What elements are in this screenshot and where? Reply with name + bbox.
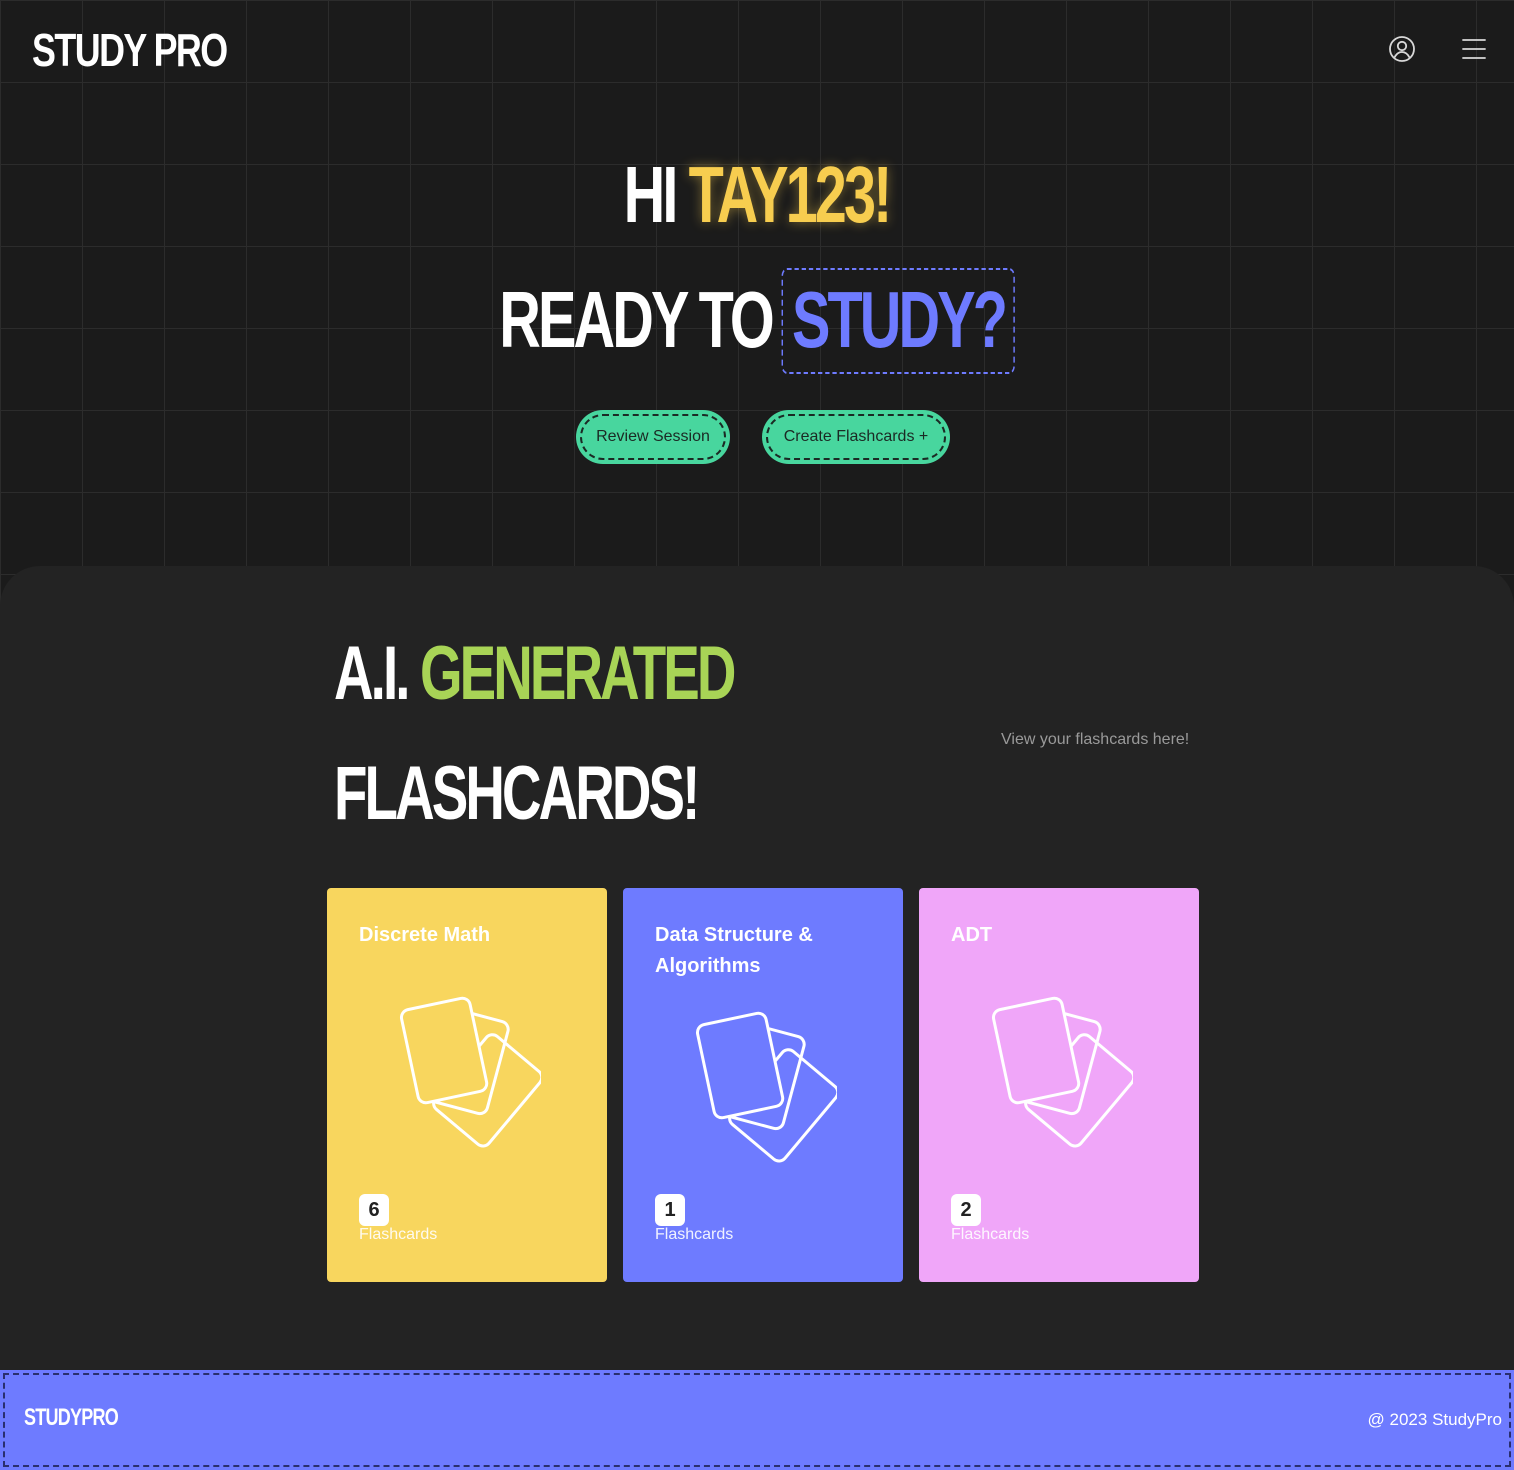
username: TAY123! (689, 150, 893, 239)
review-session-button[interactable]: Review Session (576, 410, 730, 464)
flashcards-icon (695, 1011, 837, 1163)
deck-count: 1 (655, 1194, 685, 1226)
brand-logo[interactable]: STUDY PRO (32, 22, 228, 78)
deck-title: Data Structure & Algorithms (655, 924, 813, 977)
deck-label: Flashcards (951, 1226, 1030, 1243)
ready-prefix: READY TO (499, 275, 774, 364)
ready-heading: READY TO STUDY? (0, 268, 1514, 374)
deck-label: Flashcards (655, 1226, 734, 1243)
section-subtitle: View your flashcards here! (1001, 731, 1190, 748)
footer-brand[interactable]: STUDYPRO (24, 1404, 119, 1432)
user-circle-icon[interactable] (1387, 34, 1417, 64)
title-highlight: GENERATED (419, 631, 736, 716)
deck-card-adt[interactable]: ADT 2 Flashcards (919, 888, 1199, 1282)
create-flashcards-button[interactable]: Create Flashcards + (762, 410, 950, 464)
page: STUDY PRO HI TAY123! READY TO STUDY? Rev… (0, 0, 1514, 1470)
create-flashcards-label: Create Flashcards + (783, 428, 929, 445)
deck-label: Flashcards (359, 1226, 438, 1243)
deck-card-data-structures[interactable]: Data Structure & Algorithms 1 Flashcards (623, 888, 903, 1282)
greeting-prefix: HI (624, 150, 679, 239)
deck-title: ADT (951, 924, 993, 946)
hero-section: STUDY PRO HI TAY123! READY TO STUDY? Rev… (0, 0, 1514, 620)
footer-copyright: @ 2023 StudyPro (1367, 1410, 1502, 1429)
flashcards-icon (991, 996, 1133, 1148)
section-title-line1: A.I. GENERATED (334, 631, 736, 716)
deck-count: 6 (359, 1194, 389, 1226)
title-prefix: A.I. (334, 631, 410, 716)
ready-highlight: STUDY? (791, 275, 1008, 364)
deck-title: Discrete Math (359, 924, 491, 946)
study-highlight-box: STUDY? (781, 268, 1015, 374)
greeting-heading: HI TAY123! (0, 150, 1514, 240)
section-title-line2: FLASHCARDS! (334, 751, 700, 836)
deck-count: 2 (951, 1194, 981, 1226)
footer: STUDYPRO @ 2023 StudyPro (0, 1370, 1514, 1470)
review-session-label: Review Session (596, 428, 710, 445)
hamburger-menu-icon[interactable] (1459, 34, 1489, 64)
deck-card-discrete-math[interactable]: Discrete Math 6 Flashcards (327, 888, 607, 1282)
flashcards-icon (399, 996, 541, 1148)
